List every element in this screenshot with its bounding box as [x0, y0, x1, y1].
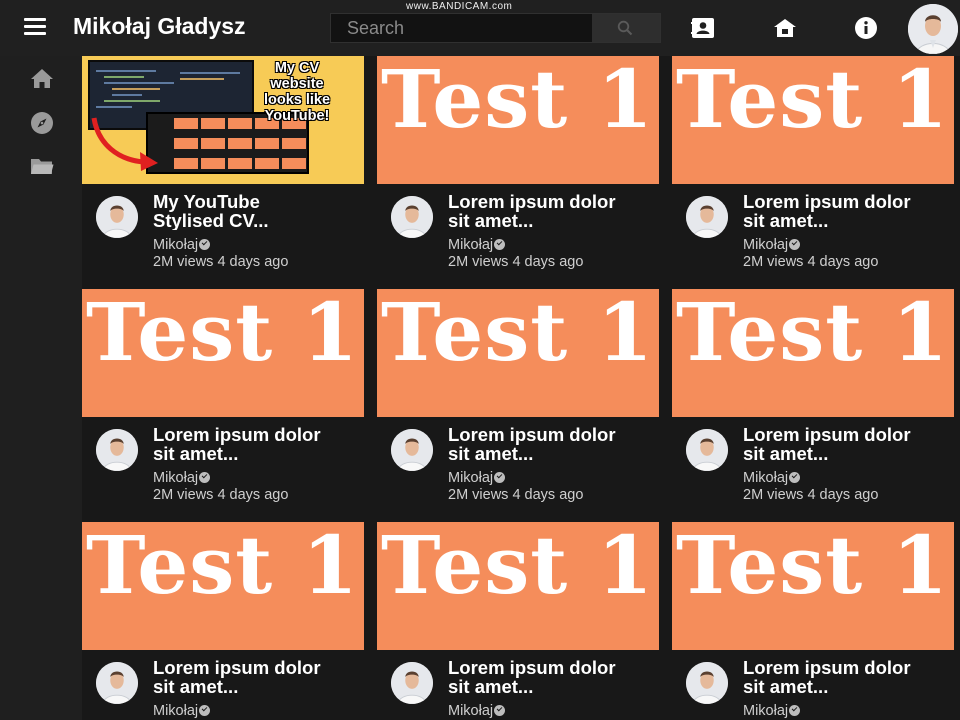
channel-name-label: Mikołaj: [743, 470, 789, 486]
video-thumbnail[interactable]: Test 1: [672, 56, 954, 184]
thumbnail-text: Test 1: [676, 522, 949, 612]
folder-icon[interactable]: [29, 153, 55, 179]
channel-avatar[interactable]: [686, 662, 728, 704]
channel-name[interactable]: Mikołaj: [743, 237, 801, 253]
channel-avatar[interactable]: [391, 662, 433, 704]
search-icon: [617, 20, 633, 36]
home-icon[interactable]: [29, 66, 55, 92]
channel-name[interactable]: Mikołaj: [153, 703, 211, 719]
thumbnail-text: Test 1: [676, 56, 949, 146]
channel-name[interactable]: Mikołaj: [153, 237, 211, 253]
search-box: [330, 13, 661, 43]
red-arrow-icon: [91, 117, 158, 171]
channel-name-label: Mikołaj: [448, 703, 494, 719]
thumbnail-caption: My CV website looks like YouTube!: [263, 60, 331, 124]
video-card[interactable]: Test 1 Lorem ipsum dolor sit amet... Mik…: [672, 56, 954, 281]
video-title[interactable]: Lorem ipsum dolor sit amet...: [448, 192, 663, 230]
verified-check-icon: [789, 472, 801, 483]
video-meta: 2M views 4 days ago: [153, 254, 289, 270]
channel-name[interactable]: Mikołaj: [153, 470, 211, 486]
channel-avatar[interactable]: [96, 662, 138, 704]
thumbnail-text: Test 1: [381, 56, 654, 146]
video-card[interactable]: Test 1 Lorem ipsum dolor sit amet... Mik…: [82, 522, 364, 720]
video-title[interactable]: Lorem ipsum dolor sit amet...: [743, 658, 958, 696]
video-thumbnail[interactable]: Test 1: [82, 289, 364, 417]
video-meta: 2M views 4 days ago: [743, 254, 879, 270]
video-card[interactable]: Test 1 Lorem ipsum dolor sit amet... Mik…: [377, 289, 659, 514]
verified-check-icon: [199, 472, 211, 483]
info-icon[interactable]: [853, 15, 879, 41]
video-meta: 2M views 4 days ago: [448, 487, 584, 503]
video-title[interactable]: Lorem ipsum dolor sit amet...: [153, 425, 368, 463]
channel-name-label: Mikołaj: [448, 470, 494, 486]
video-title[interactable]: Lorem ipsum dolor sit amet...: [743, 425, 958, 463]
video-title[interactable]: Lorem ipsum dolor sit amet...: [448, 425, 663, 463]
top-bar: Mikołaj Gładysz www.BANDICAM.com: [0, 0, 960, 56]
verified-check-icon: [494, 472, 506, 483]
channel-avatar[interactable]: [96, 429, 138, 471]
site-title[interactable]: Mikołaj Gładysz: [73, 13, 246, 40]
menu-icon[interactable]: [22, 16, 48, 38]
video-card[interactable]: Test 1 Lorem ipsum dolor sit amet... Mik…: [377, 56, 659, 281]
contact-card-icon[interactable]: [690, 15, 716, 41]
channel-name[interactable]: Mikołaj: [743, 470, 801, 486]
search-input[interactable]: [331, 14, 593, 42]
verified-check-icon: [789, 239, 801, 250]
channel-name-label: Mikołaj: [153, 470, 199, 486]
video-card[interactable]: My CV website looks like YouTube! My You…: [82, 56, 364, 281]
video-thumbnail[interactable]: Test 1: [672, 522, 954, 650]
channel-avatar[interactable]: [391, 196, 433, 238]
video-thumbnail[interactable]: Test 1: [377, 522, 659, 650]
video-card[interactable]: Test 1 Lorem ipsum dolor sit amet... Mik…: [377, 522, 659, 720]
channel-name-label: Mikołaj: [743, 703, 789, 719]
video-title[interactable]: Lorem ipsum dolor sit amet...: [743, 192, 958, 230]
verified-check-icon: [494, 705, 506, 716]
channel-avatar[interactable]: [686, 196, 728, 238]
channel-name[interactable]: Mikołaj: [743, 703, 801, 719]
recorder-watermark: www.BANDICAM.com: [406, 1, 513, 12]
channel-avatar[interactable]: [96, 196, 138, 238]
video-meta: 2M views 4 days ago: [743, 487, 879, 503]
search-button[interactable]: [592, 14, 660, 42]
video-card[interactable]: Test 1 Lorem ipsum dolor sit amet... Mik…: [672, 522, 954, 720]
video-thumbnail[interactable]: Test 1: [672, 289, 954, 417]
video-card[interactable]: Test 1 Lorem ipsum dolor sit amet... Mik…: [82, 289, 364, 514]
channel-name[interactable]: Mikołaj: [448, 237, 506, 253]
video-meta: 2M views 4 days ago: [153, 487, 289, 503]
thumbnail-text: Test 1: [381, 522, 654, 612]
profile-avatar[interactable]: [908, 4, 958, 54]
thumbnail-text: Test 1: [86, 522, 359, 612]
channel-avatar[interactable]: [686, 429, 728, 471]
channel-name-label: Mikołaj: [743, 237, 789, 253]
sidebar: [0, 56, 82, 720]
channel-name[interactable]: Mikołaj: [448, 703, 506, 719]
verified-check-icon: [199, 239, 211, 250]
channel-name-label: Mikołaj: [153, 703, 199, 719]
video-meta: 2M views 4 days ago: [448, 254, 584, 270]
video-title[interactable]: Lorem ipsum dolor sit amet...: [153, 658, 368, 696]
channel-name-label: Mikołaj: [153, 237, 199, 253]
channel-name-label: Mikołaj: [448, 237, 494, 253]
video-grid: My CV website looks like YouTube! My You…: [82, 56, 960, 720]
channel-name[interactable]: Mikołaj: [448, 470, 506, 486]
video-thumbnail[interactable]: Test 1: [377, 289, 659, 417]
verified-check-icon: [494, 239, 506, 250]
thumbnail-text: Test 1: [676, 289, 949, 379]
thumbnail-text: Test 1: [381, 289, 654, 379]
video-thumbnail[interactable]: Test 1: [377, 56, 659, 184]
video-card[interactable]: Test 1 Lorem ipsum dolor sit amet... Mik…: [672, 289, 954, 514]
video-thumbnail[interactable]: My CV website looks like YouTube!: [82, 56, 364, 184]
verified-check-icon: [789, 705, 801, 716]
verified-check-icon: [199, 705, 211, 716]
video-title[interactable]: Lorem ipsum dolor sit amet...: [448, 658, 663, 696]
explore-icon[interactable]: [29, 110, 55, 136]
video-title[interactable]: My YouTube Stylised CV...: [153, 192, 368, 230]
thumbnail-text: Test 1: [86, 289, 359, 379]
channel-avatar[interactable]: [391, 429, 433, 471]
video-thumbnail[interactable]: Test 1: [82, 522, 364, 650]
school-icon[interactable]: [772, 15, 798, 41]
